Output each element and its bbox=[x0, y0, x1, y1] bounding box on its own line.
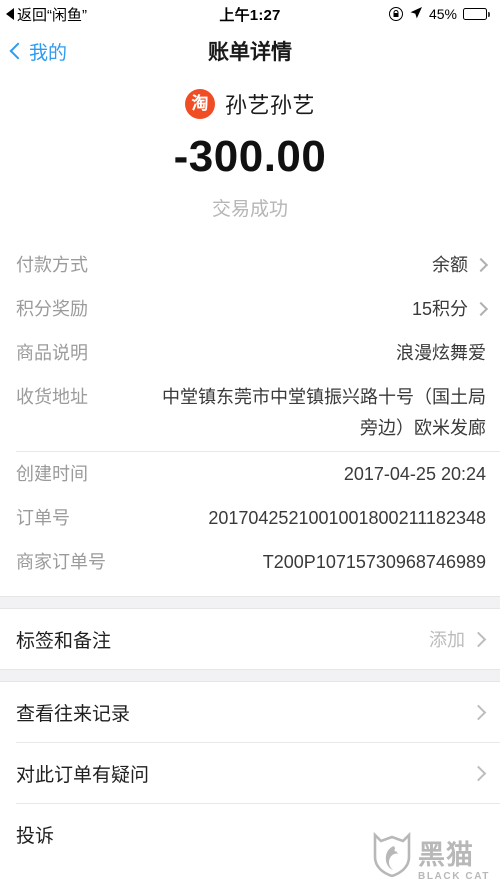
status-bar-indicators: 45% bbox=[388, 6, 490, 23]
detail-value: 15积分 bbox=[411, 299, 468, 319]
detail-label: 付款方式 bbox=[16, 255, 88, 275]
section-gap-2 bbox=[0, 669, 500, 682]
detail-label: 创建时间 bbox=[16, 464, 88, 484]
detail-row-points-reward[interactable]: 积分奖励 15积分 bbox=[0, 287, 500, 331]
detail-value: 2017-04-25 20:24 bbox=[343, 464, 486, 484]
action-label: 对此订单有疑问 bbox=[16, 764, 150, 786]
detail-row-payment-method[interactable]: 付款方式 余额 bbox=[0, 243, 500, 287]
watermark-en-label: BLACK CAT bbox=[418, 871, 490, 882]
chevron-left-icon bbox=[9, 42, 27, 60]
action-section: 查看往来记录 对此订单有疑问 投诉 bbox=[0, 682, 500, 864]
taobao-icon: 淘 bbox=[184, 89, 215, 119]
merchant-row: 淘 孙艺孙艺 bbox=[0, 88, 500, 120]
chevron-right-icon bbox=[473, 301, 489, 317]
section-gap bbox=[0, 596, 500, 609]
detail-label: 订单号 bbox=[16, 508, 70, 528]
detail-label: 收货地址 bbox=[16, 387, 88, 407]
transaction-status: 交易成功 bbox=[211, 199, 288, 220]
detail-row-merchant-order-number: 商家订单号 T200P10715730968746989 bbox=[0, 540, 500, 584]
action-row-order-question[interactable]: 对此订单有疑问 bbox=[0, 743, 500, 803]
detail-value: 余额 bbox=[432, 255, 468, 275]
chevron-right-icon bbox=[473, 257, 489, 273]
tag-add-action-label: 添加 bbox=[429, 630, 465, 650]
detail-value: T200P10715730968746989 bbox=[262, 552, 486, 572]
detail-row-shipping-address: 收货地址 中堂镇东莞市中堂镇振兴路十号（国土局旁边）欧米发廊 bbox=[0, 375, 500, 451]
detail-label: 积分奖励 bbox=[16, 299, 88, 319]
detail-value: 中堂镇东莞市中堂镇振兴路十号（国土局旁边）欧米发廊 bbox=[162, 387, 486, 438]
navigation-bar: 我的 账单详情 bbox=[0, 28, 500, 74]
battery-icon bbox=[463, 8, 490, 20]
chevron-right-icon bbox=[470, 704, 487, 720]
page-title: 账单详情 bbox=[208, 41, 292, 64]
action-row-view-records[interactable]: 查看往来记录 bbox=[0, 682, 500, 742]
chevron-right-icon bbox=[470, 765, 487, 781]
detail-value: 浪漫炫舞爱 bbox=[396, 343, 486, 363]
action-label: 查看往来记录 bbox=[16, 703, 131, 725]
detail-label: 商家订单号 bbox=[16, 552, 106, 572]
tag-and-remark-row[interactable]: 标签和备注 添加 bbox=[0, 609, 500, 669]
detail-row-item-description: 商品说明 浪漫炫舞爱 bbox=[0, 331, 500, 375]
nav-back-button[interactable]: 我的 bbox=[0, 38, 67, 65]
status-bar: 返回“闲鱼” 上午1:27 45% bbox=[0, 0, 500, 28]
detail-row-order-number: 订单号 2017042521001001800211182348 bbox=[0, 496, 500, 540]
action-label: 投诉 bbox=[16, 825, 55, 847]
tag-section: 标签和备注 添加 bbox=[0, 609, 500, 669]
chevron-right-icon bbox=[470, 631, 487, 647]
location-arrow-icon bbox=[409, 6, 423, 23]
transaction-summary: 淘 孙艺孙艺 -300.00 交易成功 bbox=[0, 74, 500, 221]
action-row-complaint[interactable]: 投诉 bbox=[0, 804, 500, 864]
detail-row-create-time: 创建时间 2017-04-25 20:24 bbox=[0, 452, 500, 496]
detail-value: 2017042521001001800211182348 bbox=[208, 508, 486, 528]
transaction-amount: -300.00 bbox=[173, 132, 327, 181]
detail-label: 商品说明 bbox=[16, 343, 88, 363]
rotation-lock-icon bbox=[388, 7, 403, 21]
detail-section: 付款方式 余额 积分奖励 15积分 商品说明 浪漫炫舞爱 收货地址 中堂镇东莞市… bbox=[0, 243, 500, 584]
tag-and-remark-label: 标签和备注 bbox=[16, 630, 112, 652]
battery-percent-label: 45% bbox=[428, 6, 457, 22]
nav-back-label: 我的 bbox=[29, 42, 68, 64]
merchant-name: 孙艺孙艺 bbox=[224, 93, 315, 118]
